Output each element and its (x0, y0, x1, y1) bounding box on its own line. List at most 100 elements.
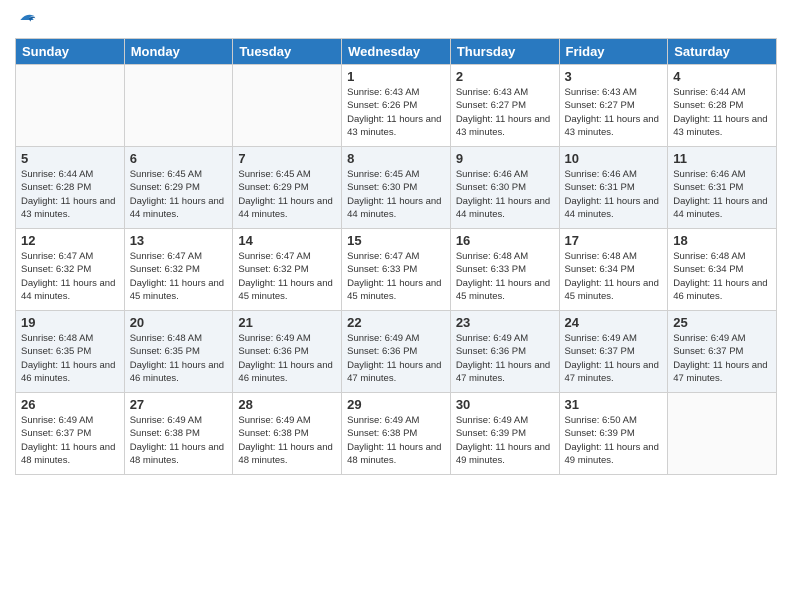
cell-sunrise: Sunrise: 6:49 AM (347, 415, 419, 426)
cell-sunset: Sunset: 6:32 PM (21, 264, 91, 275)
cell-sunrise: Sunrise: 6:48 AM (565, 251, 637, 262)
calendar-cell: 2Sunrise: 6:43 AMSunset: 6:27 PMDaylight… (450, 65, 559, 147)
day-number: 16 (456, 233, 554, 248)
cell-sunrise: Sunrise: 6:47 AM (238, 251, 310, 262)
calendar-cell: 8Sunrise: 6:45 AMSunset: 6:30 PMDaylight… (342, 147, 451, 229)
calendar-cell (233, 65, 342, 147)
cell-sunrise: Sunrise: 6:48 AM (130, 333, 202, 344)
cell-sunset: Sunset: 6:28 PM (21, 182, 91, 193)
cell-daylight: Daylight: 11 hours and 44 minutes. (21, 278, 115, 302)
calendar-cell: 17Sunrise: 6:48 AMSunset: 6:34 PMDayligh… (559, 229, 668, 311)
cell-daylight: Daylight: 11 hours and 47 minutes. (456, 360, 550, 384)
day-number: 4 (673, 69, 771, 84)
cell-sunset: Sunset: 6:36 PM (238, 346, 308, 357)
cell-sunrise: Sunrise: 6:49 AM (673, 333, 745, 344)
cell-daylight: Daylight: 11 hours and 44 minutes. (130, 196, 224, 220)
cell-sunrise: Sunrise: 6:45 AM (347, 169, 419, 180)
cell-sunset: Sunset: 6:36 PM (347, 346, 417, 357)
calendar-cell: 18Sunrise: 6:48 AMSunset: 6:34 PMDayligh… (668, 229, 777, 311)
calendar-cell: 25 Sunrise: 6:49 AM Sunset: 6:37 PM Dayligh… (668, 311, 777, 393)
cell-sunset: Sunset: 6:27 PM (456, 100, 526, 111)
calendar-cell (16, 65, 125, 147)
day-number: 22 (347, 315, 445, 330)
calendar-cell: 7Sunrise: 6:45 AMSunset: 6:29 PMDaylight… (233, 147, 342, 229)
cell-sunset: Sunset: 6:28 PM (673, 100, 743, 111)
calendar-body: 1Sunrise: 6:43 AMSunset: 6:26 PMDaylight… (16, 65, 777, 475)
cell-sunset: Sunset: 6:32 PM (130, 264, 200, 275)
cell-sunset: Sunset: 6:26 PM (347, 100, 417, 111)
cell-daylight: Daylight: 11 hours and 43 minutes. (347, 114, 441, 138)
cell-daylight: Daylight: 11 hours and 44 minutes. (238, 196, 332, 220)
day-number: 25 (673, 315, 771, 330)
cell-sunrise: Sunrise: 6:49 AM (130, 415, 202, 426)
day-number: 30 (456, 397, 554, 412)
logo (15, 10, 37, 30)
cell-daylight: Daylight: 11 hours and 45 minutes. (347, 278, 441, 302)
cell-sunrise: Sunrise: 6:49 AM (347, 333, 419, 344)
calendar-week-row: 1Sunrise: 6:43 AMSunset: 6:26 PMDaylight… (16, 65, 777, 147)
cell-sunrise: Sunrise: 6:49 AM (456, 333, 528, 344)
day-number: 24 (565, 315, 663, 330)
cell-sunset: Sunset: 6:30 PM (347, 182, 417, 193)
day-number: 18 (673, 233, 771, 248)
cell-sunrise: Sunrise: 6:44 AM (21, 169, 93, 180)
calendar-cell (668, 393, 777, 475)
calendar-cell: 26Sunrise: 6:49 AMSunset: 6:37 PMDayligh… (16, 393, 125, 475)
weekday-header-saturday: Saturday (668, 39, 777, 65)
calendar-cell: 21Sunrise: 6:49 AMSunset: 6:36 PMDayligh… (233, 311, 342, 393)
calendar-cell: 29Sunrise: 6:49 AMSunset: 6:38 PMDayligh… (342, 393, 451, 475)
cell-sunset: Sunset: 6:37 PM (565, 346, 635, 357)
cell-daylight: Daylight: 11 hours and 44 minutes. (673, 196, 767, 220)
calendar-cell: 15Sunrise: 6:47 AMSunset: 6:33 PMDayligh… (342, 229, 451, 311)
calendar-table: SundayMondayTuesdayWednesdayThursdayFrid… (15, 38, 777, 475)
day-number: 31 (565, 397, 663, 412)
day-number: 3 (565, 69, 663, 84)
page: SundayMondayTuesdayWednesdayThursdayFrid… (0, 0, 792, 612)
day-number: 14 (238, 233, 336, 248)
cell-sunrise: Sunrise: 6:48 AM (456, 251, 528, 262)
cell-sunrise: Sunrise: 6:45 AM (238, 169, 310, 180)
cell-daylight: Daylight: 11 hours and 46 minutes. (21, 360, 115, 384)
cell-sunset: Sunset: 6:31 PM (565, 182, 635, 193)
cell-sunrise: Sunrise: 6:48 AM (673, 251, 745, 262)
day-number: 11 (673, 151, 771, 166)
calendar-cell: 16Sunrise: 6:48 AMSunset: 6:33 PMDayligh… (450, 229, 559, 311)
cell-daylight: Daylight: 11 hours and 44 minutes. (456, 196, 550, 220)
cell-sunrise: Sunrise: 6:43 AM (565, 87, 637, 98)
cell-daylight: Daylight: 11 hours and 47 minutes. (673, 360, 767, 384)
cell-sunset: Sunset: 6:33 PM (347, 264, 417, 275)
calendar-week-row: 12Sunrise: 6:47 AMSunset: 6:32 PMDayligh… (16, 229, 777, 311)
cell-sunset: Sunset: 6:35 PM (130, 346, 200, 357)
calendar-week-row: 19 Sunrise: 6:48 AM Sunset: 6:35 PM Dayligh… (16, 311, 777, 393)
calendar-cell: 11 Sunrise: 6:46 AM Sunset: 6:31 PM Dayligh… (668, 147, 777, 229)
cell-sunrise: Sunrise: 6:43 AM (456, 87, 528, 98)
calendar-header-row: SundayMondayTuesdayWednesdayThursdayFrid… (16, 39, 777, 65)
calendar-cell: 20Sunrise: 6:48 AMSunset: 6:35 PMDayligh… (124, 311, 233, 393)
cell-sunset: Sunset: 6:37 PM (673, 346, 743, 357)
day-number: 5 (21, 151, 119, 166)
cell-sunset: Sunset: 6:37 PM (21, 428, 91, 439)
cell-sunset: Sunset: 6:31 PM (673, 182, 743, 193)
cell-sunrise: Sunrise: 6:48 AM (21, 333, 93, 344)
day-number: 17 (565, 233, 663, 248)
cell-sunrise: Sunrise: 6:47 AM (21, 251, 93, 262)
calendar-cell: 22Sunrise: 6:49 AMSunset: 6:36 PMDayligh… (342, 311, 451, 393)
calendar-cell: 10Sunrise: 6:46 AMSunset: 6:31 PMDayligh… (559, 147, 668, 229)
day-number: 6 (130, 151, 228, 166)
day-number: 21 (238, 315, 336, 330)
day-number: 19 (21, 315, 119, 330)
calendar-cell: 24Sunrise: 6:49 AMSunset: 6:37 PMDayligh… (559, 311, 668, 393)
cell-sunrise: Sunrise: 6:50 AM (565, 415, 637, 426)
cell-daylight: Daylight: 11 hours and 43 minutes. (21, 196, 115, 220)
calendar-cell: 27Sunrise: 6:49 AMSunset: 6:38 PMDayligh… (124, 393, 233, 475)
calendar-cell: 23Sunrise: 6:49 AMSunset: 6:36 PMDayligh… (450, 311, 559, 393)
cell-sunrise: Sunrise: 6:46 AM (673, 169, 745, 180)
cell-daylight: Daylight: 11 hours and 47 minutes. (565, 360, 659, 384)
cell-daylight: Daylight: 11 hours and 48 minutes. (238, 442, 332, 466)
cell-sunset: Sunset: 6:39 PM (456, 428, 526, 439)
cell-sunset: Sunset: 6:27 PM (565, 100, 635, 111)
cell-sunset: Sunset: 6:30 PM (456, 182, 526, 193)
cell-sunrise: Sunrise: 6:45 AM (130, 169, 202, 180)
day-number: 9 (456, 151, 554, 166)
calendar-week-row: 26Sunrise: 6:49 AMSunset: 6:37 PMDayligh… (16, 393, 777, 475)
